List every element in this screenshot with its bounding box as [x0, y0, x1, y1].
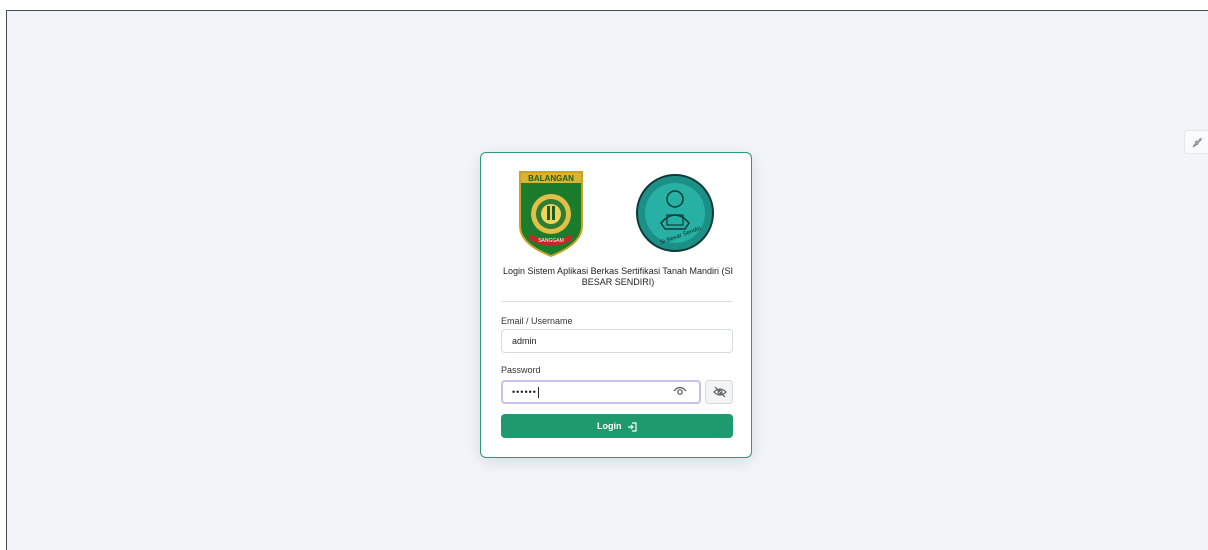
password-label: Password — [501, 365, 541, 375]
si-besar-sendiri-logo: Si Besar Sendiri — [636, 174, 714, 252]
rocket-icon — [1192, 138, 1202, 148]
password-value: •••••• — [512, 387, 537, 397]
password-field[interactable]: •••••• — [501, 380, 701, 404]
email-label: Email / Username — [501, 316, 573, 326]
sign-in-icon — [628, 422, 637, 432]
email-field[interactable]: admin — [501, 329, 733, 353]
balangan-emblem-logo: BALANGAN SANGGAM — [519, 171, 583, 258]
eye-icon[interactable] — [673, 385, 687, 397]
page-viewport: BALANGAN SANGGAM Si Besar Sendiri Login … — [6, 10, 1208, 550]
emblem-banner-text: BALANGAN — [528, 174, 574, 183]
login-button-label: Login — [596, 421, 622, 431]
text-caret — [537, 387, 539, 399]
login-card: BALANGAN SANGGAM Si Besar Sendiri Login … — [480, 152, 752, 458]
side-floating-button[interactable] — [1184, 130, 1208, 154]
eye-off-icon — [713, 386, 727, 398]
toggle-password-button[interactable] — [705, 380, 733, 404]
divider — [501, 301, 733, 302]
emblem-ribbon-text: SANGGAM — [538, 238, 564, 244]
login-button[interactable]: Login — [501, 414, 733, 438]
login-title: Login Sistem Aplikasi Berkas Sertifikasi… — [503, 266, 733, 287]
